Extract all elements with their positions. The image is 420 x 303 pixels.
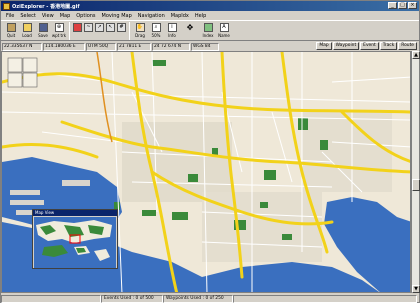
menu-map[interactable]: Map <box>57 13 74 19</box>
latitude-field: 22.335637 N <box>2 42 42 51</box>
waypoints-used: Waypoints Used : 0 of 250 <box>163 294 233 303</box>
datum-field: WGS 84 <box>191 42 219 51</box>
menu-view[interactable]: View <box>39 13 57 19</box>
zoom-icon: ⌕ <box>151 23 161 32</box>
drag-label: Drag <box>135 33 145 38</box>
quit-button[interactable]: Quit <box>3 22 19 41</box>
vertical-scrollbar[interactable]: ▲ ▼ <box>411 51 420 293</box>
pointer-button[interactable]: ↖ <box>105 22 116 41</box>
grid-button[interactable]: # <box>116 22 127 41</box>
track-icon: ~ <box>84 23 93 32</box>
door-icon <box>6 23 16 32</box>
title-buttons: _ □ × <box>388 2 417 9</box>
quit-label: Quit <box>6 33 16 38</box>
save-label: Save <box>38 33 48 38</box>
status-bar: Events Used : 0 of 500 Waypoints Used : … <box>1 294 419 303</box>
gps-button[interactable] <box>72 22 83 41</box>
pointer-icon: ↖ <box>106 23 115 32</box>
index-icon <box>203 23 213 32</box>
wpt-trk-label: wpt trk <box>51 33 67 38</box>
maximize-button[interactable]: □ <box>398 2 407 9</box>
save-button[interactable]: Save <box>35 22 51 41</box>
info-icon: i <box>167 23 177 32</box>
menu-mapidx[interactable]: MapIdx <box>168 13 192 19</box>
status-extra <box>233 294 417 303</box>
menu-moving-map[interactable]: Moving Map <box>99 13 135 19</box>
app-icon <box>3 2 10 10</box>
zoom-level: 50% <box>151 33 161 38</box>
easting-field: 21 7811 E <box>117 42 151 51</box>
grid-icon: # <box>117 23 126 32</box>
position-readout: 22.335637 N 114.180036 E UTM 50Q 21 7811… <box>1 42 419 51</box>
status-empty <box>1 294 101 303</box>
index-label: Index <box>202 33 214 38</box>
app-window: OziExplorer - 香港地圖.gif _ □ × File Select… <box>0 0 420 303</box>
tab-map[interactable]: Map <box>316 42 332 50</box>
load-label: Load <box>22 33 32 38</box>
menu-navigation[interactable]: Navigation <box>135 13 168 19</box>
pan-control[interactable]: ✥ <box>180 22 200 41</box>
panel-tabs: Map Waypoint Event Track Route <box>316 42 417 50</box>
track-button[interactable]: ~ <box>83 22 94 41</box>
hand-icon: ✋ <box>135 23 145 32</box>
zoom-button[interactable]: ⌕ 50% <box>148 22 164 41</box>
scroll-down-icon[interactable]: ▼ <box>412 285 420 293</box>
longitude-field: 114.180036 E <box>43 42 85 51</box>
info-label: Info <box>168 33 176 38</box>
toolbar-separator <box>129 22 130 40</box>
events-used: Events Used : 0 of 500 <box>101 294 163 303</box>
overview-map[interactable] <box>34 217 116 268</box>
overview-map-image <box>34 217 116 268</box>
window-title: OziExplorer - 香港地圖.gif <box>12 3 80 10</box>
tab-route[interactable]: Route <box>398 42 417 50</box>
tab-event[interactable]: Event <box>360 42 379 50</box>
map-view-window[interactable]: Map View <box>32 209 118 269</box>
toolbar: Quit Load Save ⊕ wpt trk ~ ↗ ↖ # ✋ Drag … <box>1 20 419 41</box>
drag-button[interactable]: ✋ Drag <box>132 22 148 41</box>
menu-bar: File Select View Map Options Moving Map … <box>1 11 419 20</box>
pan-arrows-icon: ✥ <box>186 23 194 32</box>
route-button[interactable]: ↗ <box>94 22 105 41</box>
name-button[interactable]: A Name <box>216 22 232 41</box>
northing-field: 24 72 674 N <box>152 42 190 51</box>
disk-icon <box>38 23 48 32</box>
utm-zone-field: UTM 50Q <box>86 42 116 51</box>
tab-track[interactable]: Track <box>379 42 398 50</box>
menu-file[interactable]: File <box>3 13 17 19</box>
menu-help[interactable]: Help <box>192 13 209 19</box>
load-button[interactable]: Load <box>19 22 35 41</box>
folder-icon <box>22 23 32 32</box>
scroll-up-icon[interactable]: ▲ <box>412 51 420 59</box>
waypoint-icon: ⊕ <box>54 23 64 32</box>
toolbar-separator <box>69 22 70 40</box>
gps-icon <box>73 23 82 32</box>
index-button[interactable]: Index <box>200 22 216 41</box>
wpt-trk-button[interactable]: ⊕ wpt trk <box>51 22 67 41</box>
close-button[interactable]: × <box>408 2 417 9</box>
minimize-button[interactable]: _ <box>388 2 397 9</box>
title-bar: OziExplorer - 香港地圖.gif _ □ × <box>1 1 419 11</box>
menu-select[interactable]: Select <box>17 13 38 19</box>
name-icon: A <box>219 23 229 32</box>
tab-waypoint[interactable]: Waypoint <box>332 42 360 50</box>
route-icon: ↗ <box>95 23 104 32</box>
info-button[interactable]: i Info <box>164 22 180 41</box>
scroll-thumb[interactable] <box>412 179 420 191</box>
map-view-title: Map View <box>33 210 117 216</box>
name-label: Name <box>218 33 230 38</box>
menu-options[interactable]: Options <box>73 13 98 19</box>
